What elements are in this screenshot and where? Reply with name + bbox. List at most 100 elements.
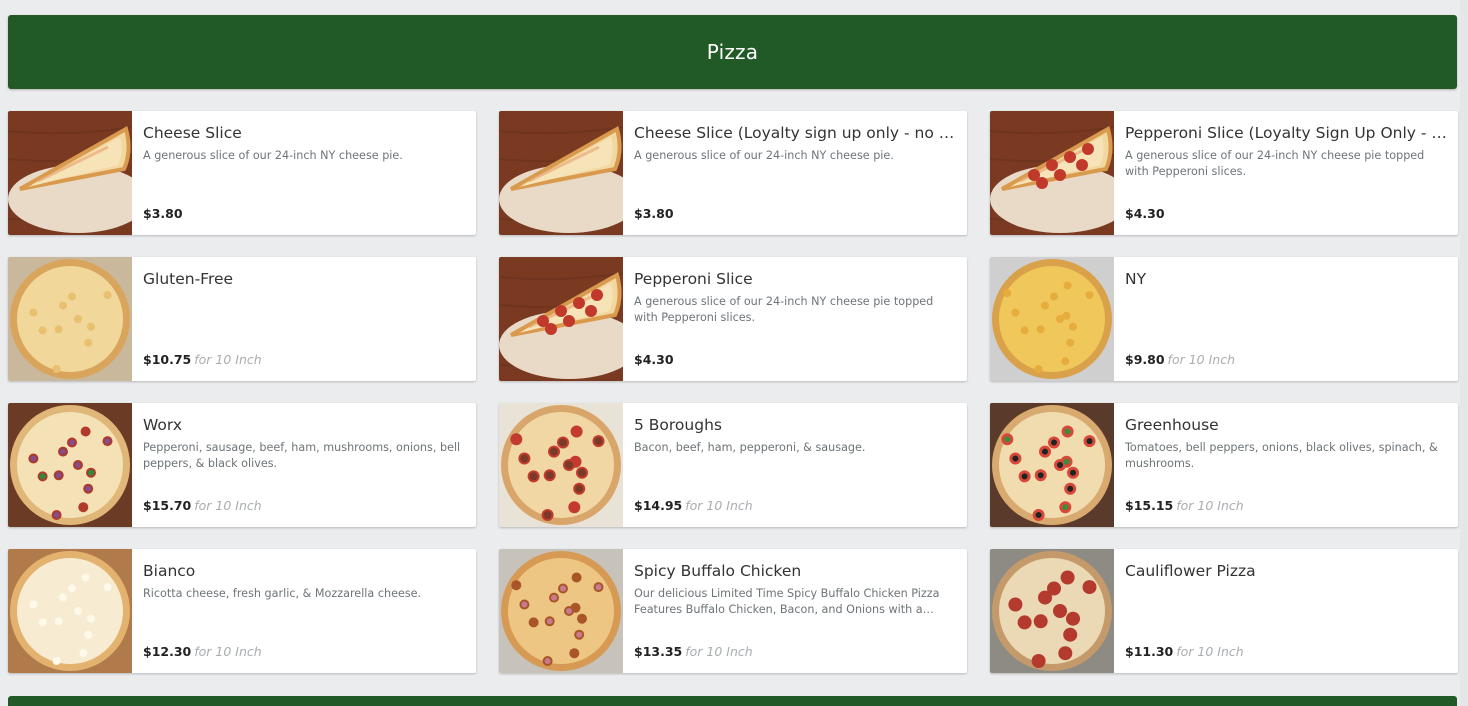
menu-page: Pizza Cheese Slice A generous slice of o… (0, 0, 1468, 706)
menu-item-card[interactable]: Bianco Ricotta cheese, fresh garlic, & M… (8, 549, 476, 673)
menu-item-price-line: $15.15 for 10 Inch (1125, 498, 1244, 513)
menu-item-info: Worx Pepperoni, sausage, beef, ham, mush… (132, 403, 476, 527)
menu-item-name: Greenhouse (1125, 416, 1219, 434)
menu-item-name: Spicy Buffalo Chicken (634, 562, 802, 580)
menu-item-name: Worx (143, 416, 183, 434)
menu-item-photo (8, 111, 132, 235)
menu-item-price-line: $3.80 (143, 206, 186, 221)
menu-item-description: A generous slice of our 24-inch NY chees… (634, 149, 894, 162)
menu-item-card[interactable]: Pepperoni Slice (Loyalty Sign Up Only - … (990, 111, 1458, 235)
menu-item-price-line: $13.35 for 10 Inch (634, 644, 753, 659)
scrollbar[interactable] (1460, 0, 1468, 706)
menu-item-price-line: $9.80 for 10 Inch (1125, 352, 1235, 367)
menu-item-name: NY (1125, 270, 1147, 288)
menu-item-price: $14.95 (634, 498, 683, 513)
menu-item-info: Spicy Buffalo Chicken Our delicious Limi… (623, 549, 967, 673)
menu-item-price: $3.80 (634, 206, 674, 221)
menu-item-name: Gluten-Free (143, 270, 234, 288)
menu-item-name: Cheese Slice (143, 124, 242, 142)
menu-item-price-line: $3.80 (634, 206, 677, 221)
menu-item-price-line: $11.30 for 10 Inch (1125, 644, 1244, 659)
menu-item-image (499, 403, 623, 527)
menu-item-info: Pepperoni Slice A generous slice of our … (623, 257, 967, 381)
menu-item-price: $10.75 (143, 352, 192, 367)
menu-item-image (8, 257, 132, 381)
menu-item-size: for 10 Inch (194, 498, 262, 513)
menu-item-info: 5 Boroughs Bacon, beef, ham, pepperoni, … (623, 403, 967, 527)
menu-item-image (8, 403, 132, 527)
menu-item-name: Bianco (143, 562, 196, 580)
menu-item-name: Cheese Slice (Loyalty sign up only - no … (634, 124, 956, 142)
menu-item-photo (8, 403, 132, 527)
menu-item-photo (499, 111, 623, 235)
menu-item-card[interactable]: Pepperoni Slice A generous slice of our … (499, 257, 967, 381)
menu-item-photo (499, 549, 623, 673)
menu-item-photo (990, 111, 1114, 235)
menu-item-photo (499, 403, 623, 527)
menu-item-card[interactable]: Cheese Slice A generous slice of our 24-… (8, 111, 476, 235)
menu-item-info: Greenhouse Tomatoes, bell peppers, onion… (1114, 403, 1458, 527)
menu-item-image (8, 549, 132, 673)
menu-item-description: Our delicious Limited Time Spicy Buffalo… (634, 587, 940, 616)
menu-item-info: Cheese Slice A generous slice of our 24-… (132, 111, 476, 235)
menu-item-info: Pepperoni Slice (Loyalty Sign Up Only - … (1114, 111, 1458, 235)
menu-item-image (499, 111, 623, 235)
menu-item-card[interactable]: Cheese Slice (Loyalty sign up only - no … (499, 111, 967, 235)
menu-item-size: for 10 Inch (685, 644, 753, 659)
menu-item-price: $4.30 (634, 352, 674, 367)
menu-item-name: 5 Boroughs (634, 416, 722, 434)
menu-item-image (8, 111, 132, 235)
menu-item-image (990, 257, 1114, 381)
menu-item-card[interactable]: Greenhouse Tomatoes, bell peppers, onion… (990, 403, 1458, 527)
menu-item-price: $13.35 (634, 644, 683, 659)
menu-item-description: A generous slice of our 24-inch NY chees… (1125, 149, 1425, 178)
menu-item-description: Bacon, beef, ham, pepperoni, & sausage. (634, 441, 866, 454)
menu-item-grid: Cheese Slice A generous slice of our 24-… (8, 111, 1458, 673)
menu-item-price: $15.70 (143, 498, 192, 513)
menu-item-card[interactable]: Spicy Buffalo Chicken Our delicious Limi… (499, 549, 967, 673)
menu-item-size: for 10 Inch (194, 352, 262, 367)
menu-item-description: Ricotta cheese, fresh garlic, & Mozzarel… (143, 587, 422, 600)
next-category-header (8, 696, 1457, 706)
menu-item-photo (990, 549, 1114, 673)
menu-item-card[interactable]: NY $9.80 for 10 Inch (990, 257, 1458, 381)
menu-item-description: A generous slice of our 24-inch NY chees… (634, 295, 934, 324)
menu-item-photo (8, 549, 132, 673)
menu-item-card[interactable]: Worx Pepperoni, sausage, beef, ham, mush… (8, 403, 476, 527)
menu-item-price: $11.30 (1125, 644, 1174, 659)
menu-item-price-line: $4.30 (1125, 206, 1168, 221)
menu-item-photo (8, 257, 132, 381)
menu-item-price: $4.30 (1125, 206, 1165, 221)
menu-item-size: for 10 Inch (685, 498, 753, 513)
menu-item-photo (499, 257, 623, 381)
menu-item-info: Cheese Slice (Loyalty sign up only - no … (623, 111, 967, 235)
menu-item-size: for 10 Inch (1176, 498, 1244, 513)
menu-item-photo (990, 403, 1114, 527)
menu-item-info: Cauliflower Pizza $11.30 for 10 Inch (1114, 549, 1458, 673)
category-header: Pizza (8, 15, 1457, 89)
menu-item-info: NY $9.80 for 10 Inch (1114, 257, 1458, 381)
menu-item-price-line: $10.75 for 10 Inch (143, 352, 262, 367)
menu-item-info: Bianco Ricotta cheese, fresh garlic, & M… (132, 549, 476, 673)
menu-item-name: Pepperoni Slice (634, 270, 753, 288)
menu-item-card[interactable]: Cauliflower Pizza $11.30 for 10 Inch (990, 549, 1458, 673)
menu-item-info: Gluten-Free $10.75 for 10 Inch (132, 257, 476, 381)
menu-item-description: A generous slice of our 24-inch NY chees… (143, 149, 403, 162)
menu-item-price: $3.80 (143, 206, 183, 221)
menu-item-size: for 10 Inch (1176, 644, 1244, 659)
menu-item-price: $12.30 (143, 644, 192, 659)
menu-item-description: Tomatoes, bell peppers, onions, black ol… (1125, 441, 1438, 470)
menu-item-name: Pepperoni Slice (Loyalty Sign Up Only - … (1125, 124, 1447, 142)
menu-item-price-line: $4.30 (634, 352, 677, 367)
menu-item-image (499, 257, 623, 381)
menu-item-card[interactable]: 5 Boroughs Bacon, beef, ham, pepperoni, … (499, 403, 967, 527)
menu-item-description: Pepperoni, sausage, beef, ham, mushrooms… (143, 441, 461, 470)
menu-item-image (499, 549, 623, 673)
menu-item-size: for 10 Inch (1167, 352, 1235, 367)
menu-item-image (990, 549, 1114, 673)
menu-item-card[interactable]: Gluten-Free $10.75 for 10 Inch (8, 257, 476, 381)
menu-item-image (990, 111, 1114, 235)
menu-item-photo (990, 257, 1114, 381)
menu-item-name: Cauliflower Pizza (1125, 562, 1256, 580)
menu-item-price-line: $15.70 for 10 Inch (143, 498, 262, 513)
